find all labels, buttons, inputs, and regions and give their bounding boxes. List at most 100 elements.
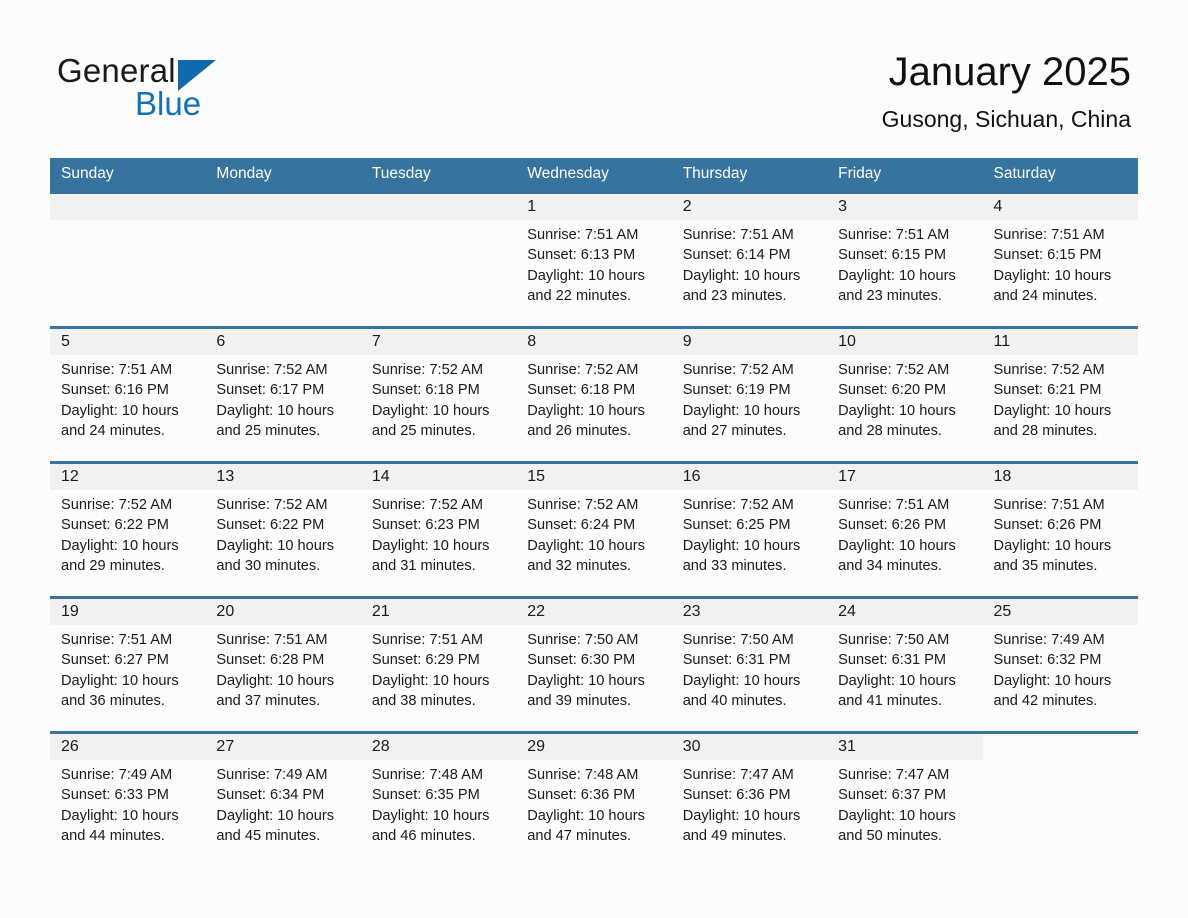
sunset-text: Sunset: 6:15 PM (993, 247, 1102, 264)
calendar-day-cell[interactable]: 1 Sunrise: 7:51 AM Sunset: 6:13 PM Daylight… (516, 191, 672, 328)
day-cell-inner: 4 Sunrise: 7:51 AM Sunset: 6:15 PM Daylight… (982, 194, 1138, 326)
calendar-day-cell[interactable]: 6 Sunrise: 7:52 AM Sunset: 6:17 PM Daylight… (205, 326, 361, 463)
generalblue-logo[interactable]: General Blue (57, 52, 317, 132)
calendar-day-cell[interactable]: 11 Sunrise: 7:52 AM Sunset: 6:21 PM Dayligh… (982, 326, 1138, 463)
calendar-day-cell[interactable]: 12 Sunrise: 7:52 AM Sunset: 6:22 PM Dayligh… (50, 461, 206, 598)
calendar-day-cell[interactable]: 17 Sunrise: 7:51 AM Sunset: 6:26 PM Dayligh… (827, 461, 983, 598)
calendar-day-cell[interactable]: 20 Sunrise: 7:51 AM Sunset: 6:28 PM Dayligh… (205, 596, 361, 733)
sunrise-text: Sunrise: 7:50 AM (527, 632, 639, 648)
daylight-text-line1: Daylight: 10 hours (682, 537, 801, 554)
day-number-band: 24 (827, 599, 983, 625)
sunset-text: Sunset: 6:36 PM (527, 787, 636, 804)
calendar-week-row: 19 Sunrise: 7:51 AM Sunset: 6:27 PM Dayligh… (50, 596, 1138, 733)
calendar-day-cell[interactable]: 27 Sunrise: 7:49 AM Sunset: 6:34 PM Dayligh… (205, 731, 361, 866)
calendar-day-cell[interactable]: 22 Sunrise: 7:50 AM Sunset: 6:30 PM Dayligh… (516, 596, 672, 733)
sunrise-text: Sunrise: 7:52 AM (216, 362, 328, 378)
day-number-band: 3 (827, 194, 983, 220)
calendar-day-cell[interactable]: 2 Sunrise: 7:51 AM Sunset: 6:14 PM Daylight… (671, 191, 828, 328)
sunrise-text: Sunrise: 7:52 AM (371, 497, 483, 513)
day-cell-details: Sunrise: 7:52 AM Sunset: 6:24 PM Daylight:… (516, 490, 671, 576)
day-cell-inner: 2 Sunrise: 7:51 AM Sunset: 6:14 PM Daylight… (671, 194, 828, 326)
day-number-band: 21 (360, 599, 517, 625)
calendar-day-cell[interactable]: 29 Sunrise: 7:48 AM Sunset: 6:36 PM Dayligh… (516, 731, 672, 866)
sunrise-text: Sunrise: 7:49 AM (993, 632, 1105, 648)
daylight-text-line1: Daylight: 10 hours (682, 672, 801, 689)
day-number-band: 31 (827, 734, 983, 760)
calendar-day-cell[interactable]: 19 Sunrise: 7:51 AM Sunset: 6:27 PM Dayligh… (50, 596, 206, 733)
sunset-text: Sunset: 6:28 PM (216, 652, 325, 669)
day-cell-inner: 30 Sunrise: 7:47 AM Sunset: 6:36 PM Dayligh… (671, 734, 828, 866)
day-number-band: 22 (516, 599, 672, 625)
daylight-text-line1: Daylight: 10 hours (61, 402, 179, 419)
weekday-header-saturday: Saturday (982, 158, 1138, 193)
calendar-day-cell[interactable]: 28 Sunrise: 7:48 AM Sunset: 6:35 PM Dayligh… (360, 731, 517, 866)
sunset-text: Sunset: 6:14 PM (682, 247, 791, 264)
day-number: 26 (61, 738, 79, 755)
day-number-band: 15 (516, 464, 672, 490)
sunset-text: Sunset: 6:34 PM (216, 787, 325, 804)
calendar-day-cell[interactable]: 24 Sunrise: 7:50 AM Sunset: 6:31 PM Dayligh… (827, 596, 983, 733)
day-cell-details: Sunrise: 7:51 AM Sunset: 6:14 PM Daylight:… (672, 220, 827, 306)
day-cell-details: Sunrise: 7:51 AM Sunset: 6:15 PM Daylight:… (983, 220, 1138, 306)
day-cell-details (361, 220, 516, 225)
day-number-band: 5 (50, 329, 206, 355)
sunrise-text: Sunrise: 7:47 AM (838, 767, 950, 783)
day-cell-inner: 6 Sunrise: 7:52 AM Sunset: 6:17 PM Daylight… (205, 329, 361, 461)
day-cell-details: Sunrise: 7:52 AM Sunset: 6:22 PM Daylight:… (205, 490, 360, 576)
daylight-text-line2: and 50 minutes. (838, 827, 942, 844)
day-number: 29 (527, 738, 546, 755)
sunrise-text: Sunrise: 7:51 AM (682, 227, 794, 243)
calendar-day-cell[interactable]: 21 Sunrise: 7:51 AM Sunset: 6:29 PM Dayligh… (360, 596, 517, 733)
sunrise-text: Sunrise: 7:52 AM (838, 362, 950, 378)
day-cell-details: Sunrise: 7:48 AM Sunset: 6:35 PM Daylight:… (361, 760, 516, 846)
day-cell-inner: 11 Sunrise: 7:52 AM Sunset: 6:21 PM Dayligh… (982, 329, 1138, 461)
day-number: 27 (216, 738, 235, 755)
daylight-text-line1: Daylight: 10 hours (993, 402, 1112, 419)
calendar-day-cell[interactable]: 10 Sunrise: 7:52 AM Sunset: 6:20 PM Dayligh… (827, 326, 983, 463)
calendar-day-cell[interactable]: 13 Sunrise: 7:52 AM Sunset: 6:22 PM Dayligh… (205, 461, 361, 598)
calendar-day-cell[interactable]: 15 Sunrise: 7:52 AM Sunset: 6:24 PM Dayligh… (516, 461, 672, 598)
calendar-day-cell[interactable]: 16 Sunrise: 7:52 AM Sunset: 6:25 PM Dayligh… (671, 461, 828, 598)
day-number-band: 18 (982, 464, 1138, 490)
sunset-text: Sunset: 6:18 PM (371, 382, 480, 399)
sunrise-text: Sunrise: 7:51 AM (838, 497, 950, 513)
day-cell-inner: 3 Sunrise: 7:51 AM Sunset: 6:15 PM Daylight… (827, 194, 983, 326)
day-cell-inner: 25 Sunrise: 7:49 AM Sunset: 6:32 PM Dayligh… (982, 599, 1138, 731)
day-cell-details: Sunrise: 7:49 AM Sunset: 6:33 PM Daylight:… (50, 760, 205, 846)
calendar-day-cell[interactable]: 14 Sunrise: 7:52 AM Sunset: 6:23 PM Dayligh… (360, 461, 517, 598)
calendar-day-cell[interactable]: 30 Sunrise: 7:47 AM Sunset: 6:36 PM Dayligh… (671, 731, 828, 866)
calendar-day-cell[interactable]: 3 Sunrise: 7:51 AM Sunset: 6:15 PM Daylight… (827, 191, 983, 328)
day-cell-details: Sunrise: 7:50 AM Sunset: 6:30 PM Daylight:… (516, 625, 671, 711)
calendar-day-cell[interactable]: 5 Sunrise: 7:51 AM Sunset: 6:16 PM Daylight… (50, 326, 206, 463)
day-cell-inner (360, 194, 517, 326)
daylight-text-line2: and 41 minutes. (838, 692, 942, 709)
calendar-day-cell[interactable]: 7 Sunrise: 7:52 AM Sunset: 6:18 PM Daylight… (360, 326, 517, 463)
calendar-day-cell[interactable]: 26 Sunrise: 7:49 AM Sunset: 6:33 PM Dayligh… (50, 731, 206, 866)
sunrise-text: Sunrise: 7:51 AM (61, 362, 173, 378)
day-number: 24 (838, 603, 856, 620)
day-number: 6 (216, 333, 226, 350)
day-number-band: 1 (516, 194, 672, 220)
calendar-day-cell[interactable]: 8 Sunrise: 7:52 AM Sunset: 6:18 PM Daylight… (516, 326, 672, 463)
calendar-day-cell[interactable]: 4 Sunrise: 7:51 AM Sunset: 6:15 PM Daylight… (982, 191, 1138, 328)
sunrise-text: Sunrise: 7:52 AM (216, 497, 328, 513)
sunrise-text: Sunrise: 7:49 AM (216, 767, 328, 783)
day-cell-inner: 19 Sunrise: 7:51 AM Sunset: 6:27 PM Dayligh… (50, 599, 206, 731)
calendar-day-cell[interactable]: 31 Sunrise: 7:47 AM Sunset: 6:37 PM Dayligh… (827, 731, 983, 866)
day-cell-inner: 9 Sunrise: 7:52 AM Sunset: 6:19 PM Daylight… (671, 329, 828, 461)
calendar-day-cell[interactable]: 18 Sunrise: 7:51 AM Sunset: 6:26 PM Dayligh… (982, 461, 1138, 598)
day-cell-details: Sunrise: 7:51 AM Sunset: 6:13 PM Daylight:… (516, 220, 671, 306)
sunrise-text: Sunrise: 7:47 AM (682, 767, 794, 783)
daylight-text-line2: and 29 minutes. (61, 557, 165, 574)
daylight-text-line2: and 44 minutes. (61, 827, 165, 844)
daylight-text-line1: Daylight: 10 hours (527, 402, 645, 419)
calendar-page: General Blue January 2025 Gusong, Sichua… (0, 0, 1188, 918)
daylight-text-line2: and 40 minutes. (682, 692, 787, 709)
calendar-day-cell[interactable]: 23 Sunrise: 7:50 AM Sunset: 6:31 PM Dayligh… (671, 596, 828, 733)
daylight-text-line2: and 32 minutes. (527, 557, 632, 574)
daylight-text-line2: and 49 minutes. (682, 827, 787, 844)
day-number-band (205, 194, 361, 220)
daylight-text-line2: and 38 minutes. (371, 692, 476, 709)
calendar-day-cell[interactable]: 25 Sunrise: 7:49 AM Sunset: 6:32 PM Dayligh… (982, 596, 1138, 733)
calendar-day-cell[interactable]: 9 Sunrise: 7:52 AM Sunset: 6:19 PM Daylight… (671, 326, 828, 463)
